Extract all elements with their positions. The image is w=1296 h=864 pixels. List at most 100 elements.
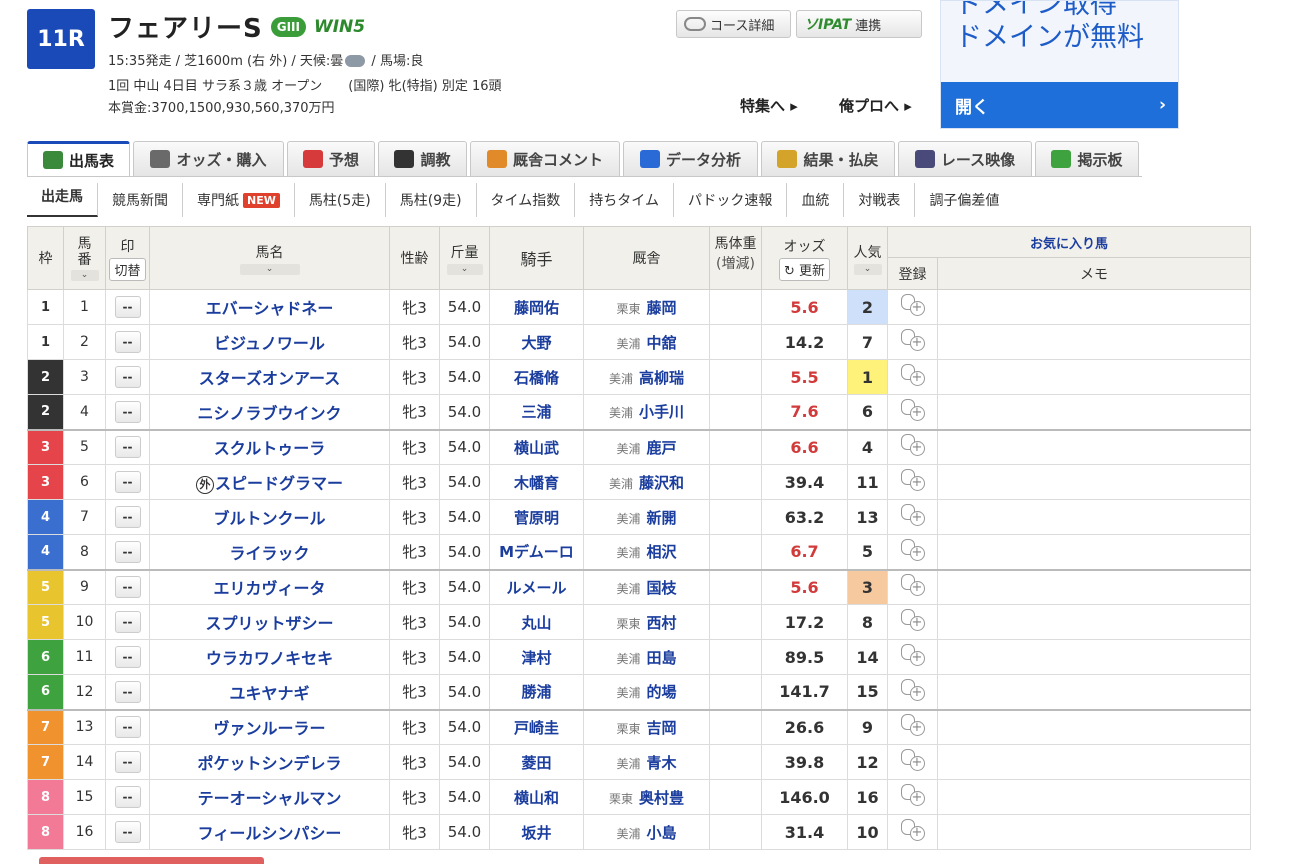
mark-select[interactable]: -- bbox=[114, 506, 141, 528]
jockey-link[interactable]: 菅原明 bbox=[489, 499, 584, 535]
sort-umaban-icon[interactable]: ⌄ bbox=[70, 269, 99, 281]
jockey-link[interactable]: 大野 bbox=[489, 324, 584, 360]
sort-weight-icon[interactable]: ⌄ bbox=[446, 263, 483, 275]
add-favorite-icon[interactable]: + bbox=[900, 678, 926, 701]
add-favorite-icon[interactable]: + bbox=[900, 644, 926, 666]
add-favorite-icon[interactable]: + bbox=[900, 294, 926, 316]
mark-select[interactable]: -- bbox=[114, 680, 141, 703]
trainer-cell[interactable]: 美浦 中舘 bbox=[583, 324, 710, 360]
trainer-cell[interactable]: 栗東 吉岡 bbox=[583, 708, 710, 745]
jockey-link[interactable]: ルメール bbox=[489, 568, 584, 605]
horse-name-link[interactable]: ポケットシンデレラ bbox=[149, 744, 390, 780]
jockey-link[interactable]: 津村 bbox=[489, 639, 584, 675]
tab-6[interactable]: 結果・払戻 bbox=[761, 141, 895, 176]
memo-cell[interactable] bbox=[937, 394, 1251, 430]
tab-7[interactable]: レース映像 bbox=[898, 141, 1032, 176]
tab-4[interactable]: 厩舎コメント bbox=[470, 141, 620, 176]
subnav-item-2[interactable]: 専門紙 NEW bbox=[183, 183, 295, 217]
mark-select[interactable]: -- bbox=[114, 576, 141, 599]
mark-select[interactable]: -- bbox=[114, 471, 141, 493]
subnav-item-0[interactable]: 出走馬 bbox=[27, 183, 98, 217]
subnav-item-10[interactable]: 調子偏差値 bbox=[915, 183, 1013, 217]
ipat-link-button[interactable]: ソIPAT 連携 bbox=[796, 10, 922, 38]
jockey-link[interactable]: 横山和 bbox=[489, 779, 584, 815]
add-favorite-icon[interactable]: + bbox=[900, 469, 926, 491]
trainer-cell[interactable]: 美浦 的場 bbox=[583, 674, 710, 710]
trainer-cell[interactable]: 栗東 西村 bbox=[583, 604, 710, 640]
horse-name-link[interactable]: エリカヴィータ bbox=[149, 568, 390, 605]
col-weight[interactable]: 斤量 ⌄ bbox=[439, 226, 490, 290]
memo-cell[interactable] bbox=[937, 499, 1251, 535]
jockey-link[interactable]: 藤岡佑 bbox=[489, 289, 584, 325]
jockey-link[interactable]: 丸山 bbox=[489, 604, 584, 640]
add-favorite-icon[interactable]: + bbox=[900, 574, 926, 597]
mark-select[interactable]: -- bbox=[114, 646, 141, 668]
mark-select[interactable]: -- bbox=[114, 540, 141, 563]
memo-cell[interactable] bbox=[937, 464, 1251, 500]
memo-cell[interactable] bbox=[937, 779, 1251, 815]
trainer-cell[interactable]: 美浦 相沢 bbox=[583, 534, 710, 570]
subnav-item-8[interactable]: 血統 bbox=[787, 183, 845, 217]
mark-select[interactable]: -- bbox=[114, 366, 141, 388]
add-favorite-icon[interactable]: + bbox=[900, 819, 926, 841]
memo-cell[interactable] bbox=[937, 604, 1251, 640]
jockey-link[interactable]: 木幡育 bbox=[489, 464, 584, 500]
tab-2[interactable]: 予想 bbox=[287, 141, 375, 176]
jockey-link[interactable]: 石橋脩 bbox=[489, 359, 584, 395]
subnav-item-7[interactable]: パドック速報 bbox=[674, 183, 788, 217]
subnav-item-3[interactable]: 馬柱(5走) bbox=[295, 183, 386, 217]
memo-cell[interactable] bbox=[937, 359, 1251, 395]
special-feature-link[interactable]: 特集へ ▸ bbox=[740, 95, 798, 116]
add-favorite-icon[interactable]: + bbox=[900, 329, 926, 351]
ad-open-button[interactable]: 開く › bbox=[941, 82, 1178, 128]
mark-select[interactable]: -- bbox=[114, 436, 141, 459]
mark-select[interactable]: -- bbox=[114, 296, 141, 318]
mark-select[interactable]: -- bbox=[114, 786, 141, 808]
horse-name-link[interactable]: スプリットザシー bbox=[149, 604, 390, 640]
trainer-cell[interactable]: 美浦 小島 bbox=[583, 814, 710, 850]
horse-name-link[interactable]: ニシノラブウインク bbox=[149, 394, 390, 430]
memo-cell[interactable] bbox=[937, 428, 1251, 465]
ad-banner[interactable]: ドメイン取得 ドメインが無料 開く › bbox=[940, 0, 1179, 129]
horse-name-link[interactable]: スクルトゥーラ bbox=[149, 428, 390, 465]
mark-toggle-button[interactable]: 切替 bbox=[109, 257, 146, 281]
subnav-item-5[interactable]: タイム指数 bbox=[477, 183, 576, 217]
horse-name-link[interactable]: ウラカワノキセキ bbox=[149, 639, 390, 675]
sort-popularity-icon[interactable]: ⌄ bbox=[853, 263, 882, 275]
jockey-link[interactable]: 横山武 bbox=[489, 428, 584, 465]
jockey-link[interactable]: 三浦 bbox=[489, 394, 584, 430]
mark-select[interactable]: -- bbox=[114, 611, 141, 633]
odds-refresh-button[interactable]: ↻ 更新 bbox=[778, 257, 831, 281]
horse-name-link[interactable]: スターズオンアース bbox=[149, 359, 390, 395]
trainer-cell[interactable]: 美浦 国枝 bbox=[583, 568, 710, 605]
horse-name-link[interactable]: ビジュノワール bbox=[149, 324, 390, 360]
horse-name-link[interactable]: テーオーシャルマン bbox=[149, 779, 390, 815]
trainer-cell[interactable]: 美浦 新開 bbox=[583, 499, 710, 535]
horse-name-link[interactable]: 外スピードグラマー bbox=[149, 464, 390, 500]
memo-cell[interactable] bbox=[937, 568, 1251, 605]
add-favorite-icon[interactable]: + bbox=[900, 609, 926, 631]
horse-name-link[interactable]: ユキヤナギ bbox=[149, 674, 390, 710]
sort-horse-icon[interactable]: ⌄ bbox=[239, 263, 300, 275]
mark-select[interactable]: -- bbox=[114, 400, 141, 423]
mark-select[interactable]: -- bbox=[114, 716, 141, 739]
tab-8[interactable]: 掲示板 bbox=[1035, 141, 1139, 176]
horse-name-link[interactable]: ライラック bbox=[149, 534, 390, 570]
trainer-cell[interactable]: 美浦 高柳瑞 bbox=[583, 359, 710, 395]
jockey-link[interactable]: 戸崎圭 bbox=[489, 708, 584, 745]
memo-cell[interactable] bbox=[937, 708, 1251, 745]
col-umaban[interactable]: 馬 番 ⌄ bbox=[63, 226, 106, 290]
memo-cell[interactable] bbox=[937, 674, 1251, 710]
jockey-link[interactable]: 菱田 bbox=[489, 744, 584, 780]
add-favorite-icon[interactable]: + bbox=[900, 538, 926, 561]
mark-select[interactable]: -- bbox=[114, 821, 141, 843]
trainer-cell[interactable]: 美浦 青木 bbox=[583, 744, 710, 780]
mark-select[interactable]: -- bbox=[114, 751, 141, 773]
jockey-link[interactable]: 坂井 bbox=[489, 814, 584, 850]
add-favorite-icon[interactable]: + bbox=[900, 364, 926, 386]
horse-name-link[interactable]: ヴァンルーラー bbox=[149, 708, 390, 745]
bottom-action-bar[interactable] bbox=[39, 857, 264, 864]
tab-3[interactable]: 調教 bbox=[378, 141, 467, 176]
subnav-item-1[interactable]: 競馬新聞 bbox=[98, 183, 183, 217]
trainer-cell[interactable]: 栗東 藤岡 bbox=[583, 289, 710, 325]
